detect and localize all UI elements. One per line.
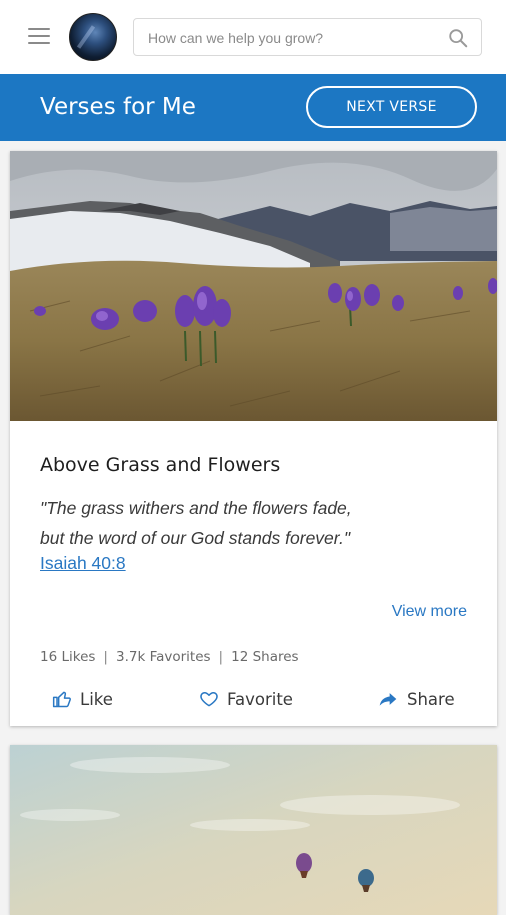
verse-stats: 16 Likes | 3.7k Favorites | 12 Shares bbox=[40, 649, 299, 665]
view-more-link[interactable]: View more bbox=[392, 603, 467, 621]
verse-card: Above Grass and Flowers "The grass withe… bbox=[10, 151, 497, 726]
favorite-button[interactable]: Favorite bbox=[199, 686, 293, 712]
share-label: Share bbox=[407, 689, 455, 709]
search-input[interactable] bbox=[148, 28, 438, 48]
favorite-label: Favorite bbox=[227, 689, 293, 709]
heart-icon bbox=[200, 692, 218, 707]
search-icon[interactable] bbox=[447, 27, 469, 49]
verse-title: Above Grass and Flowers bbox=[40, 454, 281, 476]
like-button[interactable]: Like bbox=[52, 686, 113, 712]
share-arrow-icon bbox=[379, 693, 397, 706]
shares-count: 12 Shares bbox=[231, 649, 299, 665]
like-label: Like bbox=[80, 689, 113, 709]
page-title: Verses for Me bbox=[40, 94, 196, 120]
avatar[interactable] bbox=[69, 13, 117, 61]
stats-separator: | bbox=[103, 649, 108, 665]
favorites-count: 3.7k Favorites bbox=[115, 649, 211, 665]
next-verse-button[interactable]: NEXT VERSE bbox=[306, 86, 477, 128]
mountain-crocus-photo bbox=[10, 151, 497, 421]
verse-text: "The grass withers and the flowers fade,… bbox=[40, 493, 470, 553]
verse-line: but the word of our God stands forever." bbox=[40, 528, 351, 548]
hamburger-menu-icon[interactable] bbox=[28, 28, 50, 46]
thumbs-up-icon bbox=[52, 691, 71, 708]
share-button[interactable]: Share bbox=[377, 686, 455, 712]
likes-count: 16 Likes bbox=[40, 649, 96, 665]
stats-separator: | bbox=[218, 649, 224, 665]
verse-reference-link[interactable]: Isaiah 40:8 bbox=[40, 553, 126, 574]
search-box[interactable] bbox=[133, 18, 482, 56]
hot-air-balloons-photo bbox=[10, 745, 497, 915]
verse-card bbox=[10, 745, 497, 915]
top-bar bbox=[0, 0, 506, 74]
verse-line: "The grass withers and the flowers fade, bbox=[40, 498, 352, 518]
